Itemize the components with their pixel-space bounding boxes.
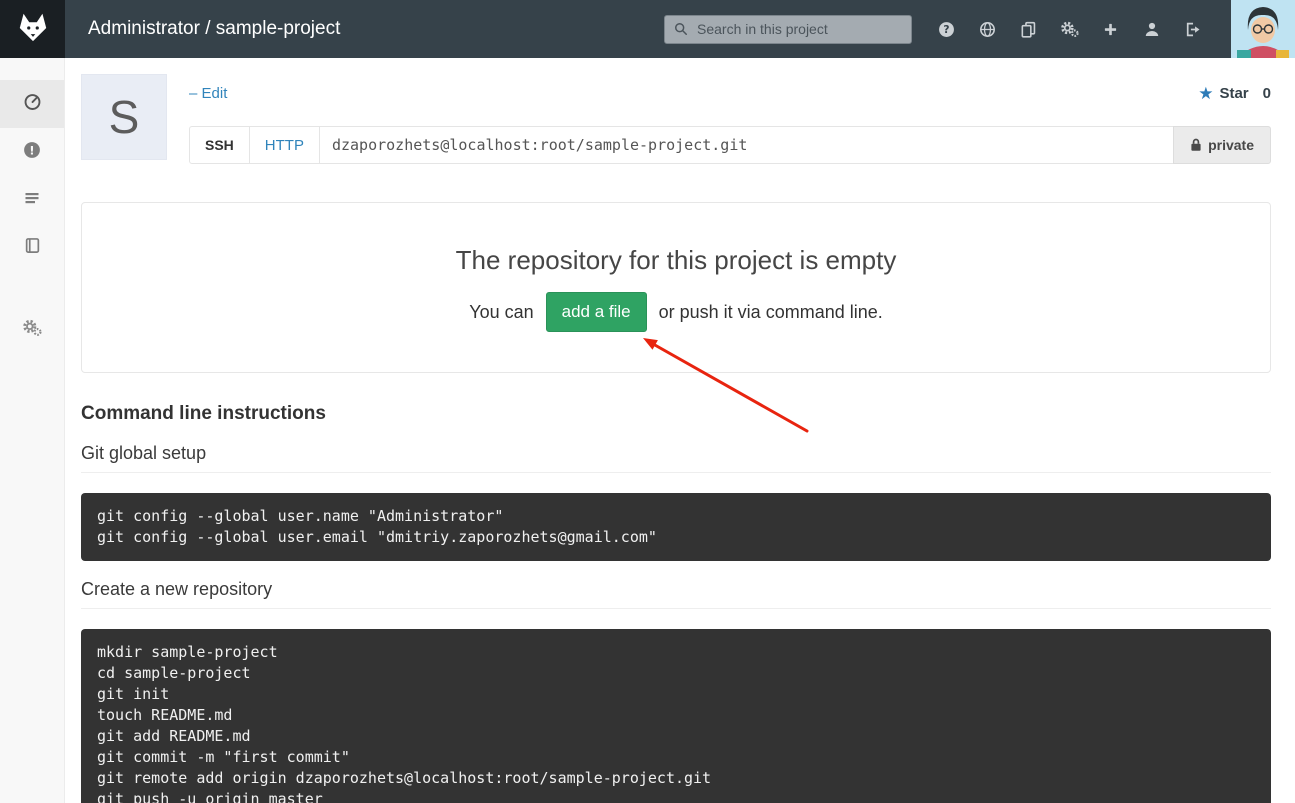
sign-out-icon[interactable]	[1172, 0, 1213, 58]
sidebar-item-settings[interactable]	[0, 306, 64, 354]
gears-icon	[22, 318, 42, 342]
http-protocol-button[interactable]: HTTP	[249, 126, 320, 164]
create-repository-code: mkdir sample-project cd sample-project g…	[81, 629, 1271, 803]
sidebar-item-dashboard[interactable]	[0, 80, 64, 128]
gitlab-tanuki-icon	[16, 10, 50, 49]
user-avatar-image[interactable]	[1231, 0, 1295, 58]
lock-icon	[1190, 138, 1202, 152]
star-button[interactable]: ★ Star 0	[1198, 85, 1271, 102]
empty-repo-text-before: You can	[469, 302, 533, 323]
sidebar-item-issues[interactable]: !	[0, 128, 64, 176]
star-count: 0	[1263, 85, 1271, 102]
top-navbar: Administrator / sample-project ?	[0, 0, 1295, 58]
empty-repo-title: The repository for this project is empty	[102, 245, 1250, 276]
page-title: Administrator / sample-project	[88, 18, 340, 40]
git-global-setup-heading: Git global setup	[81, 443, 1271, 473]
left-sidebar: !	[0, 58, 65, 803]
gears-icon[interactable]	[1049, 0, 1090, 58]
svg-text:?: ?	[943, 23, 949, 36]
project-avatar-letter: S	[109, 90, 140, 144]
visibility-badge: private	[1173, 126, 1271, 164]
main-content: S – Edit ★ Star 0 SSH HTTP	[65, 58, 1295, 803]
plus-icon[interactable]	[1090, 0, 1131, 58]
edit-link[interactable]: – Edit	[189, 85, 227, 102]
project-search	[664, 15, 912, 44]
copy-icon[interactable]	[1008, 0, 1049, 58]
clone-url-input[interactable]	[319, 126, 1174, 164]
alert-icon: !	[23, 141, 41, 164]
project-header: S – Edit ★ Star 0 SSH HTTP	[81, 74, 1271, 164]
create-repository-heading: Create a new repository	[81, 579, 1271, 609]
svg-text:!: !	[29, 143, 34, 157]
gitlab-logo[interactable]	[0, 0, 65, 58]
help-icon[interactable]: ?	[926, 0, 967, 58]
sidebar-item-files[interactable]	[0, 176, 64, 224]
cli-instructions-heading: Command line instructions	[81, 403, 1271, 425]
globe-icon[interactable]	[967, 0, 1008, 58]
star-icon: ★	[1198, 85, 1213, 102]
sidebar-item-wiki[interactable]	[0, 224, 64, 272]
book-icon	[24, 237, 41, 259]
tachometer-icon	[23, 92, 42, 116]
navbar-icons: ?	[926, 0, 1213, 58]
project-header-right: – Edit ★ Star 0 SSH HTTP	[189, 74, 1271, 164]
search-input[interactable]	[695, 20, 902, 38]
star-label: Star	[1219, 85, 1248, 102]
git-global-setup-code: git config --global user.name "Administr…	[81, 493, 1271, 561]
ssh-protocol-button[interactable]: SSH	[189, 126, 250, 164]
code-text: git config --global user.name "Administr…	[97, 506, 1255, 548]
code-text: mkdir sample-project cd sample-project g…	[97, 642, 1255, 803]
clone-bar: SSH HTTP private	[189, 126, 1271, 164]
add-a-file-button[interactable]: add a file	[546, 292, 647, 332]
empty-repository-panel: The repository for this project is empty…	[81, 202, 1271, 373]
search-icon	[674, 22, 688, 36]
list-icon	[23, 190, 41, 211]
empty-repo-subtitle: You can add a file or push it via comman…	[102, 292, 1250, 332]
empty-repo-text-after: or push it via command line.	[659, 302, 883, 323]
user-icon[interactable]	[1131, 0, 1172, 58]
visibility-label: private	[1208, 137, 1254, 153]
project-meta-row: – Edit ★ Star 0	[189, 74, 1271, 112]
project-avatar: S	[81, 74, 167, 160]
